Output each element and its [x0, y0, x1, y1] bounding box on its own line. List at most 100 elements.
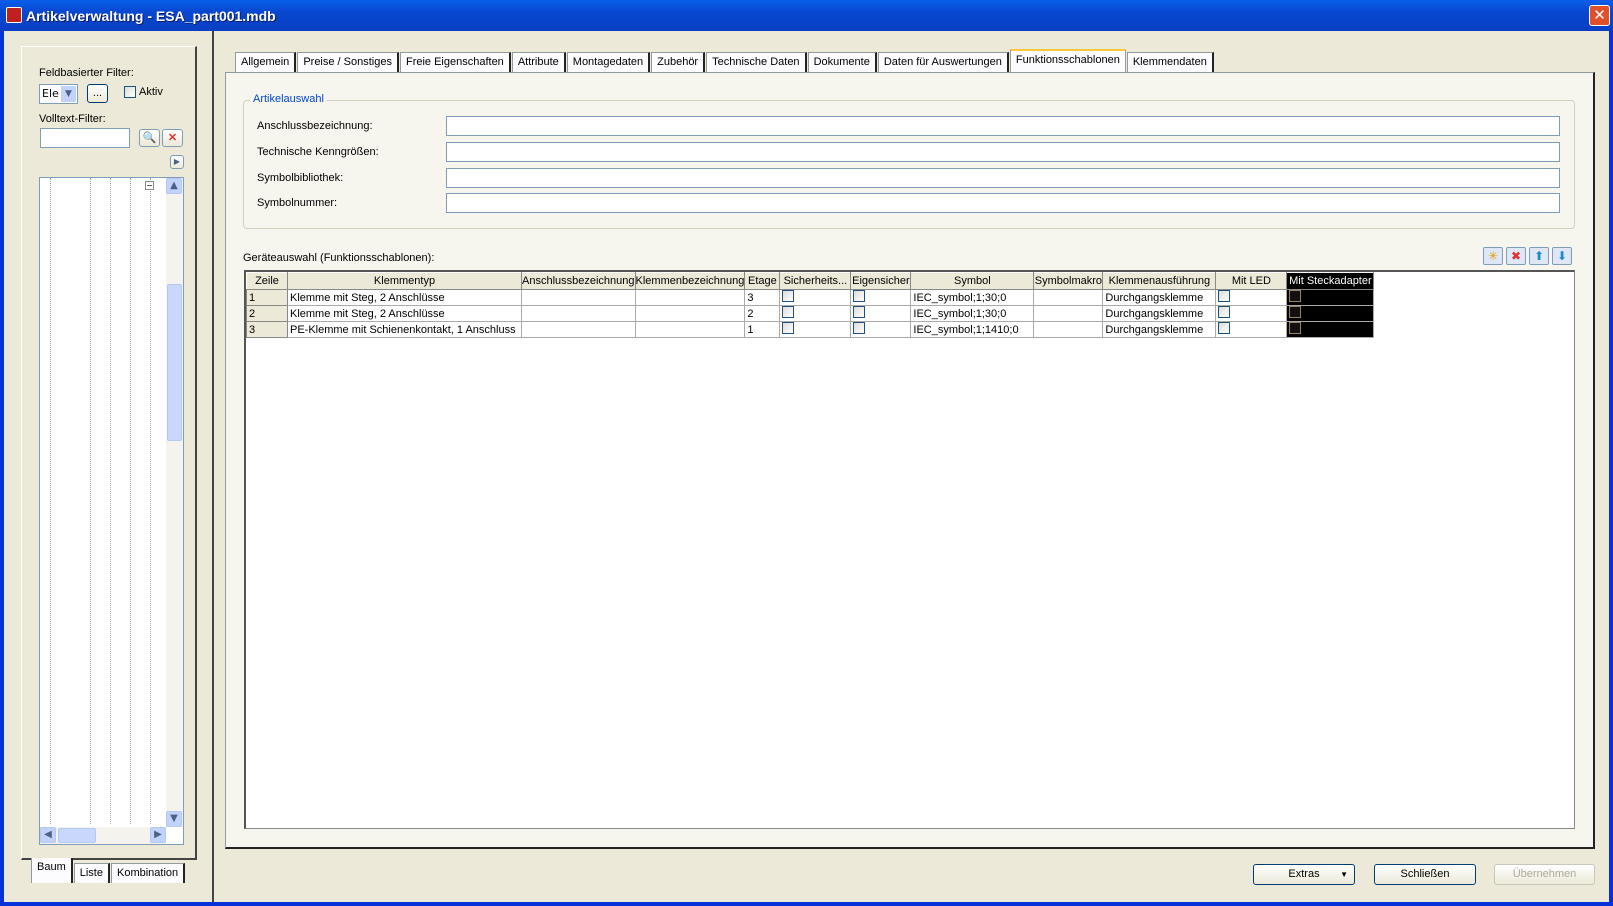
field-filter-select[interactable]: Ele ▼	[39, 84, 78, 104]
table-cell[interactable]	[779, 305, 852, 322]
scroll-up-icon[interactable]: ▲	[166, 178, 182, 194]
table-cell[interactable]	[521, 305, 636, 322]
checkbox[interactable]	[782, 290, 795, 302]
collapse-icon[interactable]: −	[145, 181, 154, 190]
tab-attribute[interactable]: Attribute	[511, 52, 566, 72]
table-cell[interactable]: 3	[744, 289, 781, 306]
table-cell[interactable]: 1	[246, 289, 288, 306]
table-cell[interactable]: Durchgangsklemme	[1102, 289, 1217, 306]
article-tree[interactable]: − ▲ ▼ ◀ ▶	[39, 177, 184, 845]
close-button[interactable]: Schließen	[1374, 864, 1476, 885]
scroll-left-icon[interactable]: ◀	[40, 827, 56, 843]
table-cell[interactable]	[1286, 289, 1375, 306]
table-cell[interactable]: IEC_symbol;1;30;0	[910, 289, 1035, 306]
table-cell[interactable]: IEC_symbol;1;30;0	[910, 305, 1035, 322]
checkbox[interactable]	[782, 322, 795, 334]
table-cell[interactable]	[1286, 305, 1375, 322]
table-cell[interactable]	[850, 305, 912, 322]
move-down-button[interactable]: ⬇	[1552, 247, 1572, 265]
move-up-button[interactable]: ⬆	[1529, 247, 1549, 265]
anschluss-input[interactable]	[446, 116, 1560, 136]
tab-kombination[interactable]: Kombination	[111, 863, 186, 883]
table-cell[interactable]	[1215, 321, 1288, 338]
delete-row-button[interactable]: ✖	[1506, 247, 1526, 265]
table-row[interactable]: 3 PE-Klemme mit Schienenkontakt, 1 Anschl…	[246, 321, 1375, 338]
tab-preise[interactable]: Preise / Sonstiges	[297, 52, 399, 72]
table-cell[interactable]	[521, 321, 636, 338]
table-row[interactable]: 2 Klemme mit Steg, 2 Anschlüsse 2 IEC_symbo…	[246, 305, 1375, 322]
tab-daten-auswertungen[interactable]: Daten für Auswertungen	[877, 52, 1009, 72]
column-header[interactable]: Mit LED	[1215, 272, 1288, 290]
scroll-down-icon[interactable]: ▼	[166, 811, 182, 827]
fulltext-filter-input[interactable]	[40, 128, 130, 148]
checkbox[interactable]	[1218, 322, 1231, 334]
table-cell[interactable]	[1286, 321, 1375, 338]
table-cell[interactable]	[1215, 305, 1288, 322]
checkbox[interactable]	[1289, 306, 1302, 318]
table-cell[interactable]	[634, 321, 746, 338]
column-header[interactable]: Symbol	[910, 272, 1035, 290]
expand-button[interactable]: ▶	[170, 155, 184, 169]
table-cell[interactable]: PE-Klemme mit Schienenkontakt, 1 Anschlu…	[287, 321, 522, 338]
table-cell[interactable]	[779, 321, 852, 338]
clear-filter-button[interactable]: ✕	[162, 129, 183, 147]
symbolbibliothek-input[interactable]	[446, 168, 1560, 188]
column-header[interactable]: Etage	[744, 272, 781, 290]
table-cell[interactable]: IEC_symbol;1;1410;0	[910, 321, 1035, 338]
table-cell[interactable]: 2	[744, 305, 781, 322]
table-cell[interactable]	[1215, 289, 1288, 306]
column-header[interactable]: Symbolmakro	[1033, 272, 1104, 290]
apply-button[interactable]: Übernehmen	[1494, 864, 1595, 885]
table-cell[interactable]: 3	[246, 321, 288, 338]
checkbox[interactable]	[1289, 322, 1302, 334]
hscroll-thumb[interactable]	[58, 828, 96, 843]
kenngroessen-input[interactable]	[446, 142, 1560, 162]
column-header[interactable]: Klemmenausführung	[1102, 272, 1217, 290]
tab-zubehoer[interactable]: Zubehör	[651, 52, 706, 72]
table-cell[interactable]	[1033, 289, 1104, 306]
checkbox[interactable]	[1218, 306, 1231, 318]
column-header[interactable]: Klemmentyp	[287, 272, 522, 290]
table-cell[interactable]	[634, 289, 746, 306]
table-cell[interactable]: Klemme mit Steg, 2 Anschlüsse	[287, 305, 522, 322]
column-header[interactable]: Anschlussbezeichnung	[521, 272, 636, 290]
column-header[interactable]: Zeile	[246, 272, 288, 290]
checkbox[interactable]	[853, 306, 866, 318]
table-cell[interactable]	[634, 305, 746, 322]
active-checkbox[interactable]	[124, 86, 136, 101]
table-cell[interactable]	[850, 321, 912, 338]
close-window-button[interactable]: ✕	[1589, 5, 1610, 26]
search-button[interactable]: 🔍	[139, 129, 160, 147]
tab-liste[interactable]: Liste	[73, 863, 110, 883]
table-cell[interactable]	[1033, 321, 1104, 338]
extras-button[interactable]: Extras ▼	[1253, 864, 1355, 885]
tab-technische-daten[interactable]: Technische Daten	[706, 52, 807, 72]
symbolnummer-input[interactable]	[446, 193, 1560, 213]
tab-klemmendaten[interactable]: Klemmendaten	[1126, 52, 1214, 72]
table-cell[interactable]	[1033, 305, 1104, 322]
checkbox[interactable]	[782, 306, 795, 318]
checkbox[interactable]	[1289, 290, 1302, 302]
table-row[interactable]: 1 Klemme mit Steg, 2 Anschlüsse 3 IEC_symbo…	[246, 289, 1375, 306]
table-cell[interactable]: 2	[246, 305, 288, 322]
table-cell[interactable]	[850, 289, 912, 306]
checkbox[interactable]	[1218, 290, 1231, 302]
table-cell[interactable]: Durchgangsklemme	[1102, 321, 1217, 338]
tab-montagedaten[interactable]: Montagedaten	[566, 52, 651, 72]
tab-funktionsschablonen[interactable]: Funktionsschablonen	[1009, 49, 1126, 72]
tab-baum[interactable]: Baum	[31, 858, 73, 883]
vertical-scrollbar[interactable]: ▲ ▼	[166, 178, 183, 827]
new-row-button[interactable]: ✳	[1483, 247, 1503, 265]
tab-allgemein[interactable]: Allgemein	[235, 52, 297, 72]
column-header[interactable]: Mit Steckadapter	[1286, 272, 1375, 290]
horizontal-scrollbar[interactable]: ◀ ▶	[40, 827, 166, 844]
column-header[interactable]: Klemmenbezeichnung	[634, 272, 746, 290]
scroll-thumb[interactable]	[167, 284, 182, 441]
device-grid[interactable]: Zeile Klemmentyp Anschlussbezeichnung Klemm…	[244, 270, 1575, 829]
tab-dokumente[interactable]: Dokumente	[807, 52, 877, 72]
scroll-right-icon[interactable]: ▶	[150, 827, 166, 843]
column-header[interactable]: Sicherheits...	[779, 272, 852, 290]
more-filter-button[interactable]: ...	[87, 84, 108, 103]
table-cell[interactable]: Klemme mit Steg, 2 Anschlüsse	[287, 289, 522, 306]
table-cell[interactable]	[521, 289, 636, 306]
